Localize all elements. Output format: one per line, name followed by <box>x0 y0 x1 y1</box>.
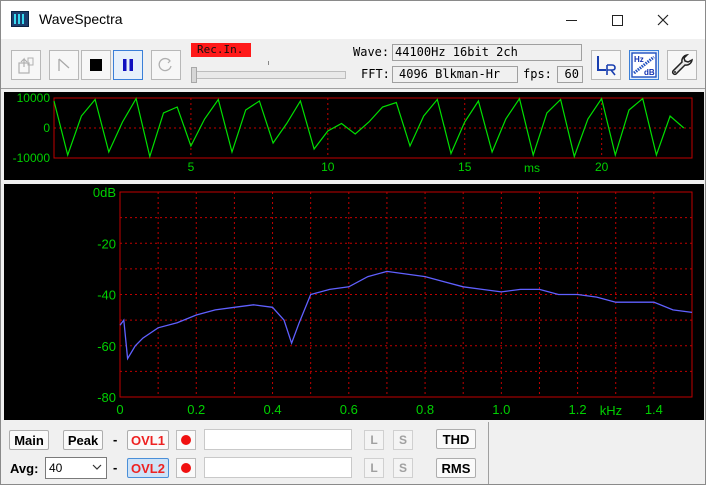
fps-field: 60 <box>557 66 583 83</box>
bottom-divider <box>488 422 489 484</box>
ovl1-name-field[interactable] <box>204 429 352 450</box>
spectrum-x-tick-label: 0.2 <box>187 402 205 417</box>
spectrum-chart: 0 0.2 0.4 0.6 0.8 1.0 1.2 1.4 0dB -20 -40 -60 -80 kHz <box>93 185 693 418</box>
ovl1-load-button[interactable]: L <box>364 430 384 450</box>
waveform-chart: 5 10 15 20 10000 0 -10000 ms <box>13 91 693 175</box>
spectrum-panel: 0 0.2 0.4 0.6 0.8 1.0 1.2 1.4 0dB -20 -40 -60 -80 kHz <box>4 184 704 420</box>
close-icon <box>657 14 669 26</box>
stop-icon <box>90 59 102 71</box>
position-slider-track[interactable] <box>191 71 346 79</box>
spectrum-x-tick-label: 0.8 <box>416 402 434 417</box>
toolbar: Rec.In. Wave: 44100Hz 16bit 2ch FFT: 409… <box>1 39 705 89</box>
dash-separator-2: - <box>113 460 118 475</box>
dash-separator: - <box>113 432 118 447</box>
waveform-x-tick-label: 10 <box>321 160 335 174</box>
scale-hz-db-icon: Hz dB <box>631 52 657 78</box>
wave-format-field: 44100Hz 16bit 2ch <box>392 44 582 61</box>
main-button[interactable]: Main <box>9 430 49 450</box>
wave-label: Wave: <box>353 45 390 59</box>
waveform-y-tick-label: -10000 <box>13 151 51 165</box>
stop-button[interactable] <box>81 50 111 80</box>
spectrum-y-tick-label: 0dB <box>93 185 116 200</box>
waveform-x-tick-label: 20 <box>595 160 609 174</box>
open-file-icon <box>18 57 34 74</box>
wrench-icon <box>671 53 693 76</box>
waveform-x-unit: ms <box>524 161 540 175</box>
pause-icon <box>123 59 133 71</box>
fps-label: fps: <box>523 67 552 81</box>
spectrum-y-tick-label: -40 <box>97 288 116 303</box>
rms-button[interactable]: RMS <box>436 458 476 478</box>
pause-button[interactable] <box>113 50 143 80</box>
svg-text:Hz: Hz <box>634 55 644 64</box>
spectrum-x-tick-label: 0.6 <box>340 402 358 417</box>
chevron-down-icon <box>92 464 102 470</box>
ovl2-save-button[interactable]: S <box>393 458 413 478</box>
rec-in-indicator: Rec.In. <box>191 43 251 57</box>
minimize-icon <box>565 19 577 21</box>
ovl2-load-button[interactable]: L <box>364 458 384 478</box>
play-icon <box>58 58 70 71</box>
avg-label: Avg: <box>10 461 39 476</box>
waveform-panel: 5 10 15 20 10000 0 -10000 ms <box>4 91 704 180</box>
ovl2-name-field[interactable] <box>204 457 352 478</box>
ovl1-record-button[interactable] <box>176 430 196 450</box>
position-slider-thumb[interactable] <box>191 67 197 83</box>
channel-lr-icon <box>597 56 616 76</box>
spectrum-x-tick-label: 0.4 <box>263 402 281 417</box>
loop-icon <box>158 57 172 72</box>
spectrum-x-tick-label: 1.4 <box>645 402 663 417</box>
scale-hz-db-button[interactable]: Hz dB <box>629 50 659 80</box>
spectrum-x-tick-label: 1.0 <box>492 402 510 417</box>
waveform-x-tick-label: 5 <box>188 160 195 174</box>
open-file-button[interactable] <box>11 50 41 80</box>
spectrum-y-tick-label: -20 <box>97 236 116 251</box>
waveform-x-tick-label: 15 <box>458 160 472 174</box>
spectrum-x-tick-label: 0 <box>116 402 123 417</box>
maximize-icon <box>611 14 623 26</box>
spectrum-x-unit: kHz <box>600 403 622 418</box>
channel-lr-button[interactable] <box>591 50 621 80</box>
app-window: WaveSpectra Rec.In. Wave: 44100Hz 16bit … <box>0 0 706 485</box>
ovl1-save-button[interactable]: S <box>393 430 413 450</box>
waveform-y-tick-label: 0 <box>43 121 50 135</box>
maximize-button[interactable] <box>594 1 640 39</box>
spectrum-y-tick-label: -60 <box>97 339 116 354</box>
settings-button[interactable] <box>667 50 697 80</box>
thd-button[interactable]: THD <box>436 429 476 449</box>
spectrum-y-tick-label: -80 <box>97 390 116 405</box>
avg-select[interactable]: 40 <box>45 457 107 479</box>
bottom-controls: Main Peak - OVL1 L S THD Avg: 40 - OVL2 … <box>1 422 705 484</box>
slider-tick <box>268 61 269 65</box>
fft-label: FFT: <box>361 67 390 81</box>
close-button[interactable] <box>640 1 686 39</box>
app-icon <box>11 11 29 27</box>
ovl2-record-button[interactable] <box>176 458 196 478</box>
peak-button[interactable]: Peak <box>63 430 103 450</box>
fft-setting-field: 4096 Blkman-Hr <box>392 66 518 83</box>
ovl2-button[interactable]: OVL2 <box>127 458 169 478</box>
ovl1-button[interactable]: OVL1 <box>127 430 169 450</box>
avg-select-value: 40 <box>49 461 63 475</box>
play-button[interactable] <box>49 50 79 80</box>
svg-text:dB: dB <box>644 68 655 77</box>
loop-button[interactable] <box>151 50 181 80</box>
spectrum-x-tick-label: 1.2 <box>569 402 587 417</box>
window-title: WaveSpectra <box>39 11 123 27</box>
waveform-y-tick-label: 10000 <box>17 92 51 105</box>
title-bar: WaveSpectra <box>1 1 705 39</box>
minimize-button[interactable] <box>548 1 594 39</box>
